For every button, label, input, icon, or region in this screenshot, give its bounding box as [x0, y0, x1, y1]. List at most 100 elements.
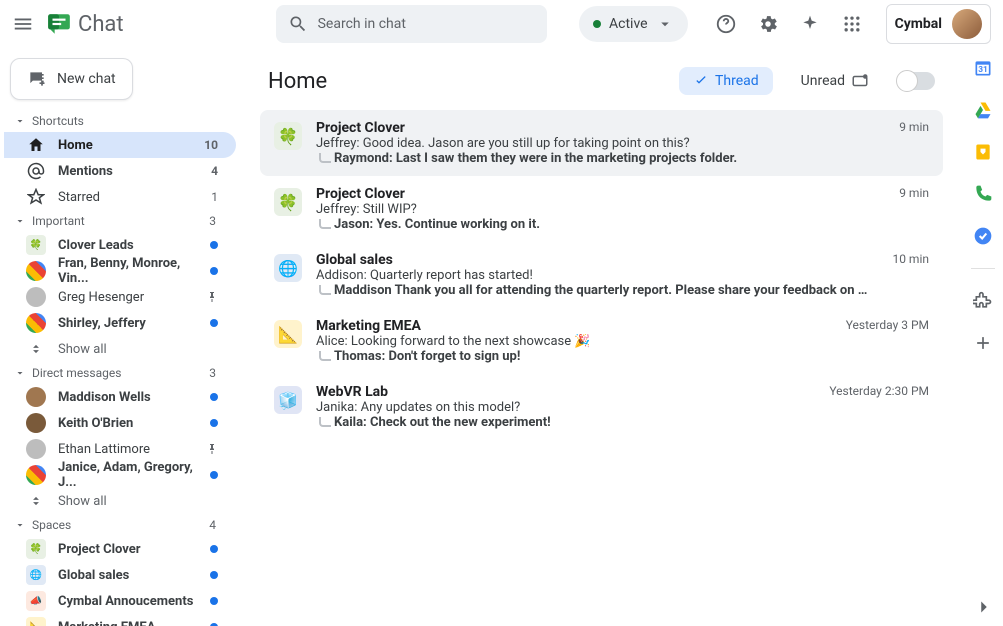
sidebar-item-mentions[interactable]: Mentions 4 — [4, 158, 236, 184]
section-important-count: 3 — [209, 214, 216, 228]
space-avatar-icon: 🍀 — [26, 539, 46, 559]
hamburger-menu-button[interactable] — [12, 12, 34, 36]
sparkle-icon — [800, 14, 820, 34]
sparkle-button[interactable] — [798, 12, 822, 36]
section-spaces-label: Spaces — [32, 518, 71, 532]
section-spaces-header[interactable]: Spaces 4 — [4, 514, 236, 536]
topbar-actions — [714, 12, 864, 36]
new-chat-icon — [27, 69, 47, 89]
filter-thread-button[interactable]: Thread — [679, 67, 773, 95]
sidebar-item-greg[interactable]: Greg Hesenger — [4, 284, 236, 310]
sidebar-item-ethan[interactable]: Ethan Lattimore — [4, 436, 236, 462]
mentions-count: 4 — [211, 164, 218, 178]
profile-switcher[interactable]: Cymbal — [886, 4, 991, 44]
section-dm-header[interactable]: Direct messages 3 — [4, 362, 236, 384]
thread-reply: Maddison Thank you all for attending the… — [316, 283, 868, 298]
filter-unread-button[interactable]: Unread — [787, 66, 883, 96]
app-logo[interactable]: Chat — [46, 11, 124, 37]
status-dropdown[interactable]: Active — [579, 6, 688, 42]
new-chat-label: New chat — [57, 71, 116, 87]
pin-icon — [206, 443, 218, 455]
show-all-important[interactable]: Show all — [4, 336, 236, 362]
person-avatar-icon — [26, 439, 46, 459]
section-shortcuts-header[interactable]: Shortcuts — [4, 110, 236, 132]
chevron-down-icon — [656, 15, 674, 33]
add-button[interactable] — [973, 333, 993, 353]
section-important-header[interactable]: Important 3 — [4, 210, 236, 232]
sidebar-item-global-sales[interactable]: 🌐 Global sales — [4, 562, 236, 588]
app-title: Chat — [78, 12, 124, 37]
sidebar-item-label: Janice, Adam, Gregory, J... — [58, 460, 210, 490]
sidebar-item-label: Keith O'Brien — [58, 416, 133, 431]
chevron-down-icon — [14, 115, 26, 127]
thread-timestamp: 10 min — [892, 252, 929, 298]
sidebar-item-label: Shirley, Jeffery — [58, 316, 146, 331]
sidebar: New chat Shortcuts Home 10 Mentions 4 St… — [0, 48, 240, 626]
thread-message: Addison: Quarterly report has started! — [316, 268, 868, 283]
chat-logo-icon — [46, 11, 72, 37]
chevron-down-icon — [14, 367, 26, 379]
expand-icon — [29, 494, 43, 508]
sidebar-item-keith[interactable]: Keith O'Brien — [4, 410, 236, 436]
sidebar-item-home[interactable]: Home 10 — [4, 132, 236, 158]
thread-title: Project Clover — [316, 186, 875, 202]
unread-dot-icon — [210, 545, 218, 553]
phone-button[interactable] — [973, 184, 993, 204]
thread-item[interactable]: 📐 Marketing EMEA Alice: Looking forward … — [260, 308, 943, 374]
person-avatar-icon — [26, 287, 46, 307]
sidebar-item-clover-leads[interactable]: 🍀 Clover Leads — [4, 232, 236, 258]
sidebar-item-label: Maddison Wells — [58, 390, 151, 405]
thread-timestamp: Yesterday 2:30 PM — [829, 384, 929, 430]
new-chat-button[interactable]: New chat — [10, 58, 133, 100]
thread-item[interactable]: 🍀 Project Clover Jeffrey: Still WIP? Jas… — [260, 176, 943, 242]
status-label: Active — [609, 16, 648, 32]
sidebar-item-maddison[interactable]: Maddison Wells — [4, 384, 236, 410]
addons-button[interactable] — [973, 291, 993, 311]
thread-avatar-icon: 🍀 — [274, 188, 302, 216]
section-spaces-count: 4 — [209, 518, 216, 532]
mention-icon — [27, 162, 45, 180]
collapse-rail-button[interactable] — [973, 596, 995, 618]
unread-toggle[interactable] — [897, 72, 935, 90]
sidebar-item-label: Project Clover — [58, 542, 141, 557]
calendar-button[interactable]: 31 — [973, 58, 993, 78]
thread-reply: Thomas: Don't forget to sign up! — [316, 349, 822, 364]
space-avatar-icon: 🌐 — [26, 565, 46, 585]
sidebar-item-label: Clover Leads — [58, 238, 134, 253]
section-dm-label: Direct messages — [32, 366, 121, 380]
keep-button[interactable] — [973, 142, 993, 162]
search-placeholder: Search in chat — [318, 16, 406, 32]
plus-icon — [973, 333, 993, 353]
sidebar-item-label: Mentions — [58, 164, 113, 179]
tasks-button[interactable] — [973, 226, 993, 246]
show-all-dm[interactable]: Show all — [4, 488, 236, 514]
sidebar-item-label: Greg Hesenger — [58, 290, 144, 305]
check-icon — [693, 73, 709, 89]
sidebar-item-project-clover[interactable]: 🍀 Project Clover — [4, 536, 236, 562]
calendar-icon: 31 — [973, 58, 993, 78]
thread-item[interactable]: 🍀 Project Clover Jeffrey: Good idea. Jas… — [260, 110, 943, 176]
thread-item[interactable]: 🧊 WebVR Lab Janika: Any updates on this … — [260, 374, 943, 440]
sidebar-item-starred[interactable]: Starred 1 — [4, 184, 236, 210]
drive-button[interactable] — [973, 100, 993, 120]
sidebar-item-group-shirley[interactable]: Shirley, Jeffery — [4, 310, 236, 336]
unread-dot-icon — [210, 241, 218, 249]
show-all-label: Show all — [58, 342, 107, 357]
sidebar-item-group-janice[interactable]: Janice, Adam, Gregory, J... — [4, 462, 236, 488]
thread-avatar-icon: 🌐 — [274, 254, 302, 282]
sidebar-item-cymbal-announcements[interactable]: 📣 Cymbal Annoucements — [4, 588, 236, 614]
sidebar-item-marketing-emea[interactable]: 📐 Marketing EMEA — [4, 614, 236, 626]
thread-item[interactable]: 🌐 Global sales Addison: Quarterly report… — [260, 242, 943, 308]
sidebar-item-group-fran[interactable]: Fran, Benny, Monroe, Vin... — [4, 258, 236, 284]
sidebar-item-label: Fran, Benny, Monroe, Vin... — [58, 256, 210, 286]
thread-reply: Kaila: Check out the new experiment! — [316, 415, 805, 430]
gear-icon — [757, 13, 779, 35]
filter-unread-label: Unread — [801, 73, 845, 89]
starred-count: 1 — [211, 190, 218, 204]
search-box[interactable]: Search in chat — [276, 5, 547, 43]
thread-title: Global sales — [316, 252, 868, 268]
thread-list: 🍀 Project Clover Jeffrey: Good idea. Jas… — [260, 110, 943, 440]
apps-button[interactable] — [840, 12, 864, 36]
settings-button[interactable] — [756, 12, 780, 36]
help-button[interactable] — [714, 12, 738, 36]
